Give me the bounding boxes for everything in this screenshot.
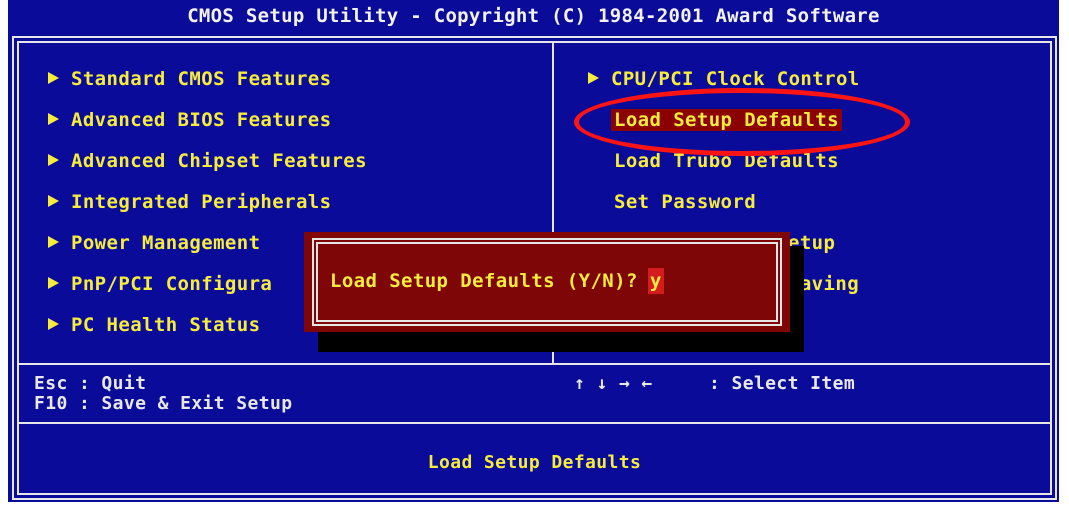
submenu-arrow-icon [48,235,59,248]
submenu-arrow-icon [48,71,59,84]
menu-item-power-management[interactable]: Power Management [48,230,260,256]
annotation-ellipse [574,88,910,156]
dialog-prompt-label: Load Setup Defaults (Y/N)? [330,270,638,292]
menu-item-label: PC Health Status [71,314,261,336]
help-select-item: : Select Item [709,373,856,394]
submenu-arrow-icon [48,276,59,289]
menu-item-advanced-chipset[interactable]: Advanced Chipset Features [48,148,367,174]
menu-item-label: Power Management [71,232,261,254]
menu-item-integrated-peripherals[interactable]: Integrated Peripherals [48,189,331,215]
menu-item-label: Advanced Chipset Features [71,150,367,172]
menu-item-standard-cmos[interactable]: Standard CMOS Features [48,66,331,92]
menu-item-label: CPU/PCI Clock Control [611,68,860,90]
menu-item-set-password[interactable]: Set Password [614,189,756,215]
app-title: CMOS Setup Utility - Copyright (C) 1984-… [8,0,1059,32]
submenu-arrow-icon [48,153,59,166]
menu-item-pc-health[interactable]: PC Health Status [48,312,260,338]
item-description: Load Setup Defaults [427,452,642,473]
menu-item-label: Set Password [614,191,757,213]
submenu-arrow-icon [48,317,59,330]
menu-item-label: Integrated Peripherals [71,191,332,213]
confirm-dialog: Load Setup Defaults (Y/N)? y [304,232,790,332]
dialog-input-field[interactable]: y [647,268,664,294]
dialog-prompt: Load Setup Defaults (Y/N)? y [330,268,664,294]
menu-item-label: Standard CMOS Features [71,68,332,90]
menu-item-label: Advanced BIOS Features [71,109,332,131]
menu-item-advanced-bios[interactable]: Advanced BIOS Features [48,107,331,133]
divider-menu-help [17,363,1052,365]
help-arrows: ↑ ↓ → ← [574,373,653,394]
help-esc: Esc : Quit [34,373,147,394]
menu-item-label: PnP/PCI Configura [71,273,273,295]
menu-item-pnp-pci[interactable]: PnP/PCI Configura [48,271,272,297]
submenu-arrow-icon [588,71,599,84]
submenu-arrow-icon [48,194,59,207]
submenu-arrow-icon [48,112,59,125]
divider-help-description [17,422,1052,424]
help-f10: F10 : Save & Exit Setup [34,393,293,414]
